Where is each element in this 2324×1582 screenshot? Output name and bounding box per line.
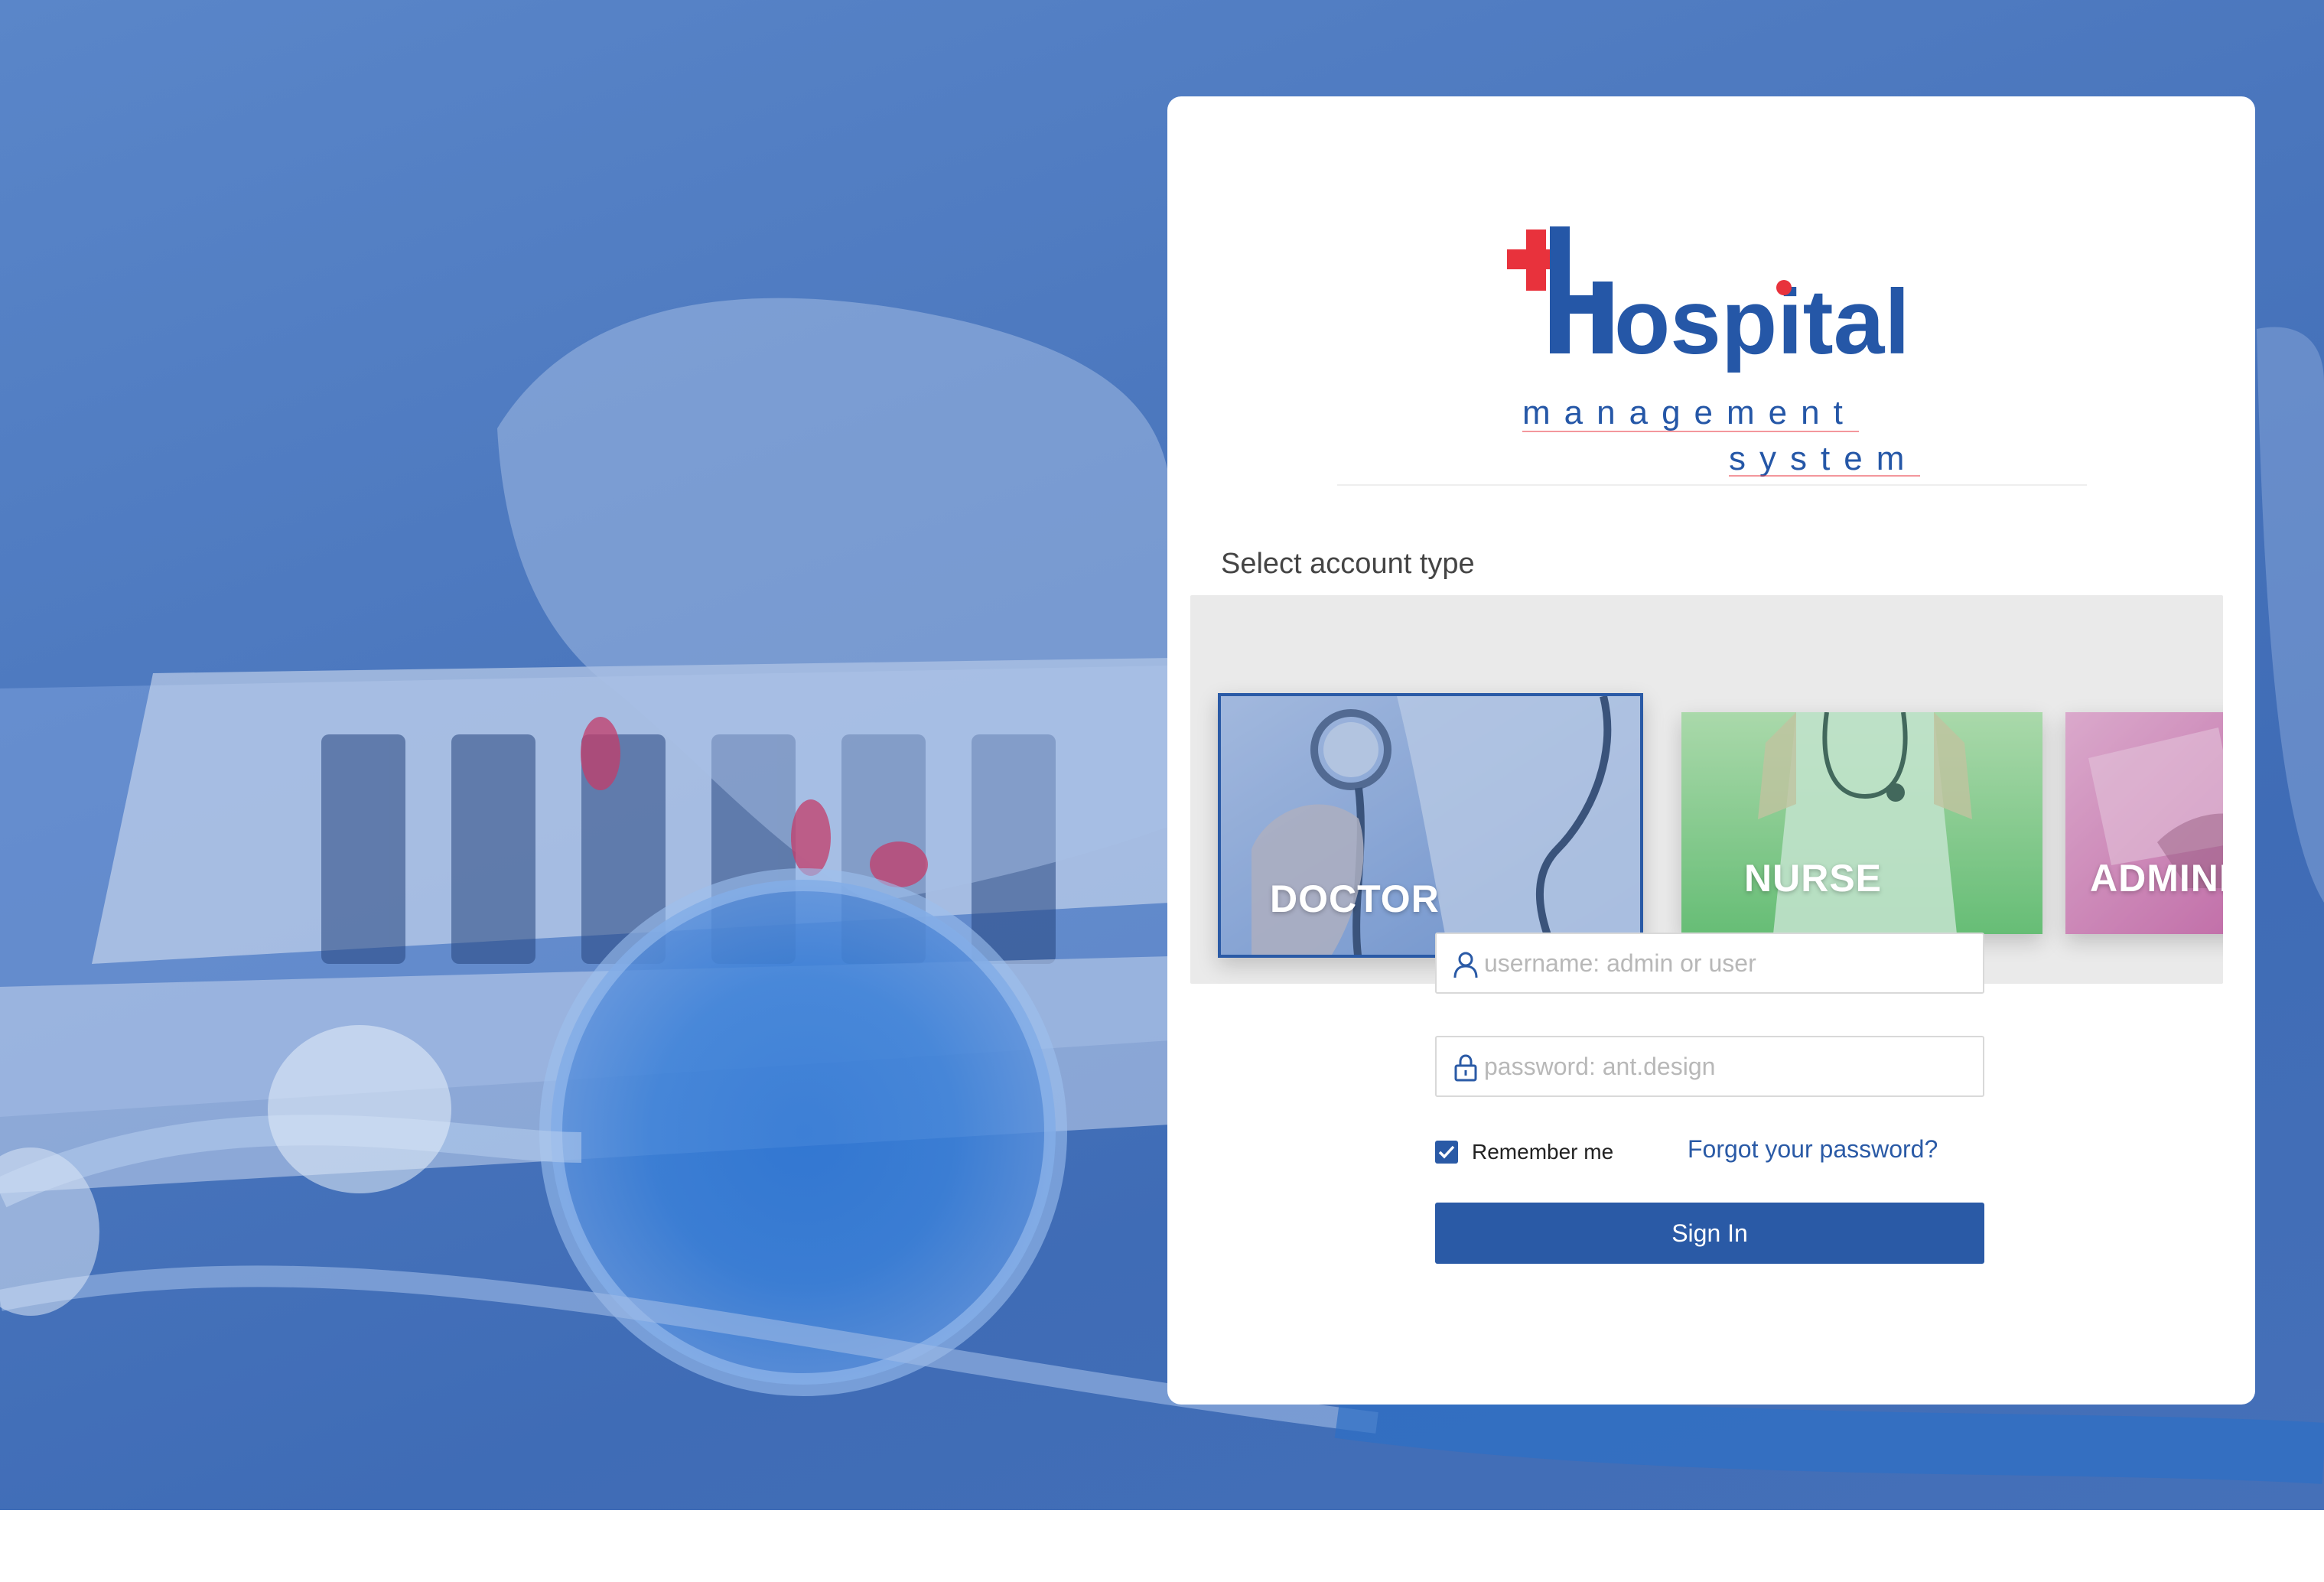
password-field — [1435, 1036, 1984, 1097]
bottom-strip — [0, 1510, 2324, 1582]
remember-label: Remember me — [1472, 1140, 1614, 1164]
user-icon — [1453, 952, 1478, 978]
account-type-nurse-label: NURSE — [1744, 857, 1883, 900]
hospital-logo: ospital management system — [1507, 219, 1966, 479]
account-type-admin[interactable]: ADMINIS — [2065, 712, 2223, 934]
remember-checkbox[interactable] — [1435, 1141, 1458, 1164]
nurse-photo — [1681, 712, 2042, 934]
sign-in-button[interactable]: Sign In — [1435, 1203, 1984, 1264]
remember-me[interactable]: Remember me — [1435, 1137, 1613, 1167]
username-field — [1435, 933, 1984, 994]
account-type-doctor-label: DOCTOR — [1270, 877, 1440, 920]
logo-divider — [1337, 484, 2087, 486]
account-type-selector: DOCTOR NURSE ADMIN — [1190, 595, 2223, 984]
password-input[interactable] — [1484, 1037, 1974, 1095]
logo-word: ospital — [1614, 271, 1910, 373]
account-type-doctor[interactable]: DOCTOR — [1218, 693, 1643, 958]
username-input[interactable] — [1484, 934, 1974, 992]
logo-line-management: management — [1522, 394, 1857, 431]
logo-line-system: system — [1729, 440, 1918, 477]
admin-photo — [2065, 712, 2223, 934]
account-type-nurse[interactable]: NURSE — [1681, 712, 2042, 934]
forgot-password-link[interactable]: Forgot your password? — [1688, 1135, 1938, 1164]
check-icon — [1438, 1145, 1455, 1159]
account-type-admin-label: ADMINIS — [2090, 857, 2223, 900]
account-type-label: Select account type — [1221, 548, 1475, 580]
login-card: ospital management system Select account… — [1167, 96, 2255, 1405]
lock-icon — [1454, 1054, 1477, 1082]
